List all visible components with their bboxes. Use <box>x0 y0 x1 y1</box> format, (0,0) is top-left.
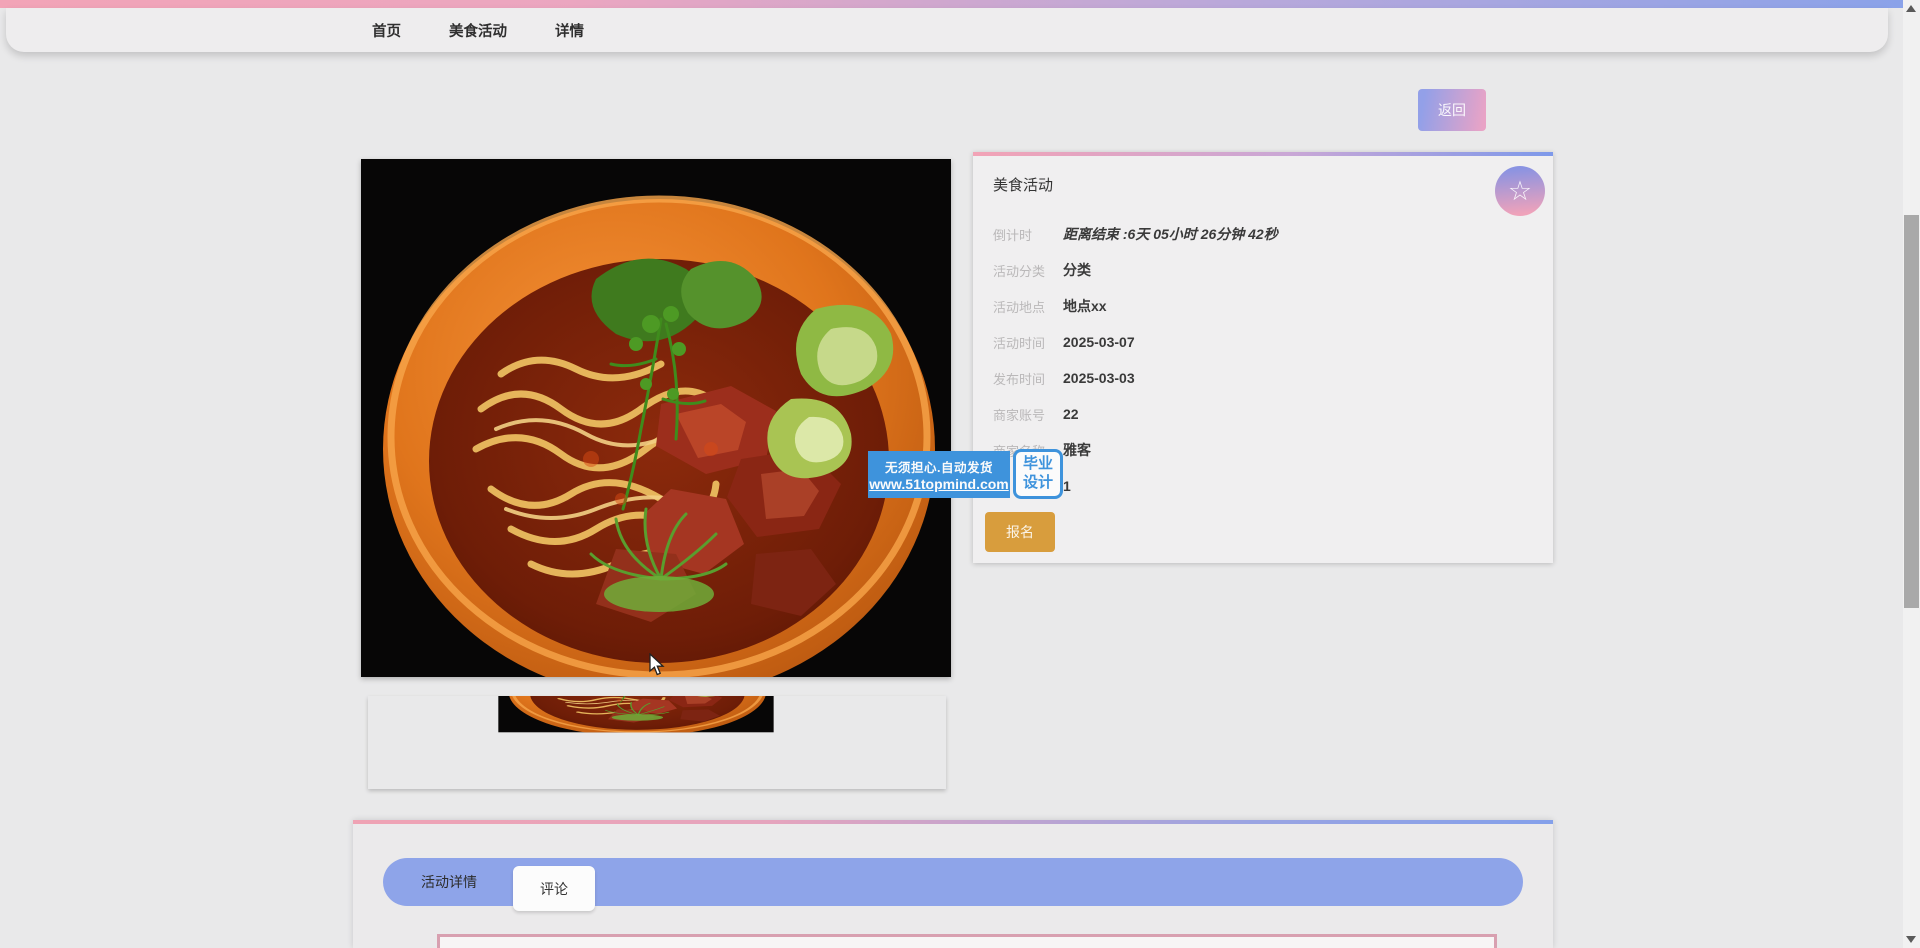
panel-top-gradient <box>973 152 1553 156</box>
row-value: 距离结束 :6天 05小时 26分钟 42秒 <box>1063 226 1278 242</box>
tab-comments[interactable]: 评论 <box>513 866 595 911</box>
row-category: 活动分类 分类 <box>993 252 1537 288</box>
watermark-badge: 毕业 设计 <box>1013 449 1063 499</box>
card-top-gradient <box>353 820 1553 824</box>
row-value: 雅客 <box>1063 442 1091 458</box>
vertical-scrollbar[interactable] <box>1903 0 1920 948</box>
row-merchant-account: 商家账号 22 <box>993 396 1537 432</box>
scroll-up-icon[interactable] <box>1906 5 1916 12</box>
row-label: 活动分类 <box>993 263 1046 279</box>
row-value: 2025-03-03 <box>1063 370 1135 386</box>
row-label: 倒计时 <box>993 227 1033 243</box>
row-activity-time: 活动时间 2025-03-07 <box>993 324 1537 360</box>
row-merchant-name: 商家名称 雅客 <box>993 432 1537 468</box>
main-activity-photo <box>361 159 951 677</box>
seller-watermark: 无须担心.自动发货 www.51topmind.com 毕业 设计 <box>868 449 1063 499</box>
signup-button[interactable]: 报名 <box>985 512 1055 552</box>
detail-rows: 倒计时 距离结束 :6天 05小时 26分钟 42秒 活动分类 分类 活动地点 … <box>993 216 1537 504</box>
detail-comments-card: 活动详情 评论 <box>353 820 1553 948</box>
panel-title: 美食活动 <box>993 177 1054 194</box>
row-publish-time: 发布时间 2025-03-03 <box>993 360 1537 396</box>
watermark-url: www.51topmind.com <box>869 475 1009 492</box>
favorite-button[interactable]: ☆ <box>1495 166 1545 216</box>
watermark-line1: 无须担心.自动发货 <box>885 460 993 475</box>
back-button[interactable]: 返回 <box>1418 89 1486 131</box>
row-label: 活动时间 <box>993 335 1046 351</box>
activity-detail-panel: 美食活动 ☆ 倒计时 距离结束 :6天 05小时 26分钟 42秒 活动分类 分… <box>973 152 1553 563</box>
row-value: 地点xx <box>1063 298 1107 314</box>
row-value: 1 <box>1063 478 1071 494</box>
row-location: 活动地点 地点xx <box>993 288 1537 324</box>
watermark-badge-line2: 设计 <box>1022 474 1053 491</box>
photo-thumbnail[interactable] <box>368 696 946 789</box>
row-label: 活动地点 <box>993 299 1046 315</box>
tab-bar: 活动详情 评论 <box>383 858 1523 911</box>
tab-activity-detail[interactable]: 活动详情 <box>383 858 515 906</box>
row-countdown: 倒计时 距离结束 :6天 05小时 26分钟 42秒 <box>993 216 1537 252</box>
watermark-badge-line1: 毕业 <box>1022 455 1053 473</box>
top-gradient-bar <box>0 0 1903 8</box>
scroll-down-icon[interactable] <box>1906 936 1916 943</box>
row-value: 22 <box>1063 406 1079 422</box>
nav-item-home[interactable]: 首页 <box>372 20 401 41</box>
row-label: 商家账号 <box>993 407 1046 423</box>
row-label: 发布时间 <box>993 371 1046 387</box>
watermark-text-box: 无须担心.自动发货 www.51topmind.com <box>868 450 1010 498</box>
top-navigation: 首页 美食活动 详情 <box>6 8 1888 52</box>
row-value: 2025-03-07 <box>1063 334 1135 350</box>
scrollbar-thumb[interactable] <box>1904 215 1919 608</box>
row-click-count: 1 <box>993 468 1537 504</box>
nav-item-food-activity[interactable]: 美食活动 <box>449 20 507 41</box>
comments-content-box <box>437 934 1497 948</box>
star-icon: ☆ <box>1507 175 1533 206</box>
row-value: 分类 <box>1063 262 1091 278</box>
nav-item-detail[interactable]: 详情 <box>555 20 584 41</box>
